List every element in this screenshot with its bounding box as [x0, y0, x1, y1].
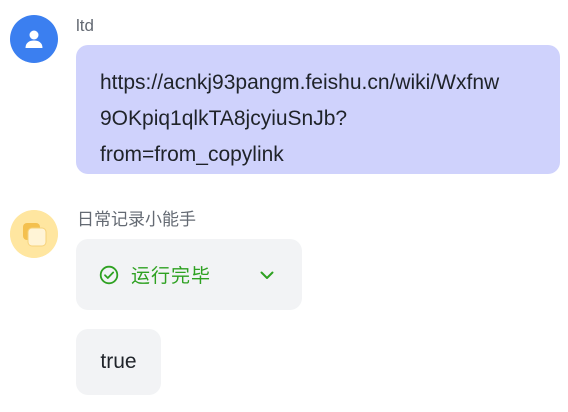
person-icon [25, 30, 43, 48]
chevron-down-icon[interactable] [257, 265, 277, 285]
result-text: true [100, 350, 137, 373]
check-circle-icon [99, 265, 119, 284]
chat-thread: ltd https://acnkj93pangm.feishu.cn/wiki/… [0, 0, 568, 412]
user-avatar[interactable] [10, 15, 58, 63]
message-link-line-3[interactable]: from=from_copylink [100, 137, 542, 173]
bot-sender-name: 日常记录小能手 [77, 210, 196, 229]
result-message-bubble[interactable]: true [76, 329, 161, 395]
message-link-line-2[interactable]: 9OKpiq1qlkTA8jcyiuSnJb? [100, 101, 542, 137]
run-status-text: 运行完毕 [131, 266, 212, 287]
message-link-line-1[interactable]: https://acnkj93pangm.feishu.cn/wiki/Wxfn… [100, 65, 542, 101]
bot-avatar[interactable] [10, 210, 58, 258]
user-message-bubble[interactable]: https://acnkj93pangm.feishu.cn/wiki/Wxfn… [76, 45, 560, 174]
run-status-card[interactable]: 运行完毕 [76, 239, 302, 310]
user-sender-name: ltd [76, 16, 94, 35]
bot-logo-icon [10, 210, 58, 258]
